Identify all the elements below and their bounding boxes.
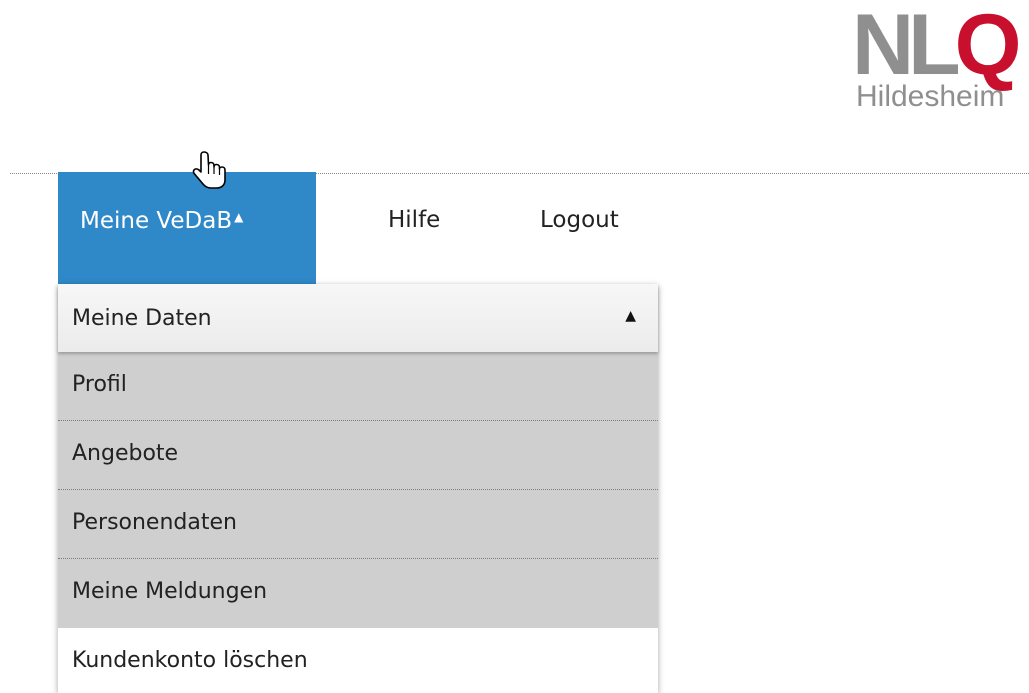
submenu-item-profil[interactable]: Profil xyxy=(58,352,658,421)
nav-item-meine-vedab-text: Meine VeDaB xyxy=(80,208,233,234)
dropdown-item-kundenkonto-loeschen[interactable]: Kundenkonto löschen xyxy=(58,628,658,693)
dropdown-item-meine-daten[interactable]: Meine Daten ▲ xyxy=(58,284,658,352)
dropdown-item-kundenkonto-loeschen-label: Kundenkonto löschen xyxy=(72,648,308,673)
caret-up-icon: ▲ xyxy=(234,210,244,224)
logo-subtitle: Hildesheim xyxy=(856,80,1005,113)
nav-item-hilfe[interactable]: Hilfe xyxy=(388,207,440,233)
nlq-logo[interactable]: NLQ Hildesheim xyxy=(846,2,1022,116)
dropdown-menu: Meine Daten ▲ Profil Angebote Personenda… xyxy=(58,284,658,693)
nav-item-logout[interactable]: Logout xyxy=(540,207,619,233)
submenu-item-label: Personendaten xyxy=(72,510,237,535)
submenu-item-label: Profil xyxy=(72,372,127,397)
submenu-item-meine-meldungen[interactable]: Meine Meldungen xyxy=(58,559,658,628)
submenu-item-personendaten[interactable]: Personendaten xyxy=(58,490,658,559)
caret-up-icon: ▲ xyxy=(625,308,636,324)
hand-pointer-cursor-icon xyxy=(192,151,226,189)
page: NLQ Hildesheim Meine VeDaB ▲ Hilfe Logout… xyxy=(0,0,1029,693)
submenu-item-label: Meine Meldungen xyxy=(72,579,268,604)
submenu-item-label: Angebote xyxy=(72,441,179,466)
submenu-item-angebote[interactable]: Angebote xyxy=(58,421,658,490)
nav-item-meine-vedab[interactable]: Meine VeDaB ▲ xyxy=(58,172,316,284)
dropdown-item-meine-daten-label: Meine Daten xyxy=(72,306,212,331)
logo-wordmark: NLQ xyxy=(852,2,1022,88)
nav-item-meine-vedab-label: Meine VeDaB ▲ xyxy=(80,208,243,234)
